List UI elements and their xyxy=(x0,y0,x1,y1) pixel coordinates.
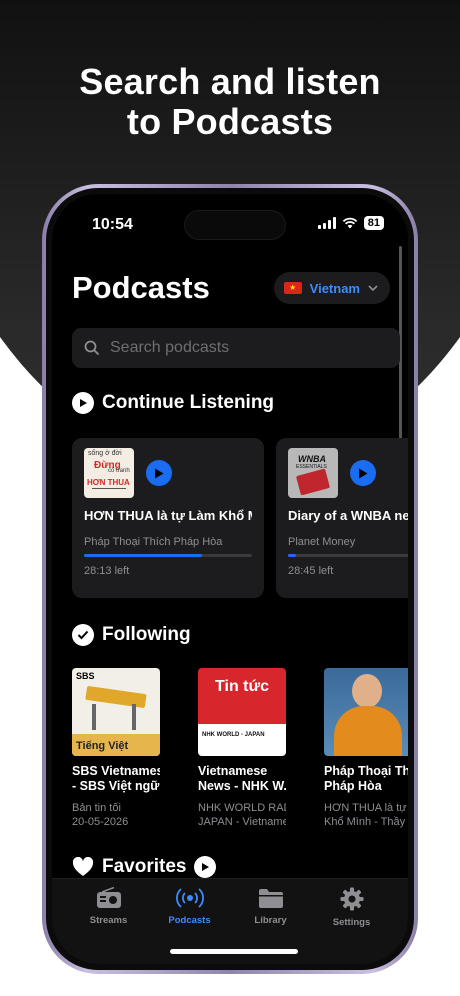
play-button[interactable] xyxy=(350,460,376,486)
podcast-title: Vietnamese News - NHK W... xyxy=(198,764,286,793)
tab-streams[interactable]: Streams xyxy=(74,887,144,964)
tab-settings[interactable]: Settings xyxy=(317,887,387,964)
podcast-item[interactable]: Tin tức NHK WORLD - JAPAN Vietnamese News… xyxy=(198,668,286,829)
chevron-down-icon xyxy=(368,284,378,291)
podcast-subtitle: HƠN THUA là tự Khổ Mình - Thầy xyxy=(324,802,407,828)
play-icon xyxy=(359,468,368,478)
checkmark-circle-icon xyxy=(72,624,94,646)
podcast-artwork: Tin tức NHK WORLD - JAPAN xyxy=(198,668,286,756)
continue-listening-heading[interactable]: Continue Listening xyxy=(72,392,274,414)
episode-artwork: WNBA ESSENTIALS xyxy=(288,448,338,498)
headline-line-2: to Podcasts xyxy=(126,101,334,142)
home-indicator[interactable] xyxy=(170,949,298,954)
podcast-title: Pháp Thoại ThíchPháp Hòa xyxy=(324,764,408,793)
podcast-subtitle: Bản tin tối 20-05-2026 xyxy=(72,802,129,828)
episode-artwork: sống ở đời Đừng cố tranh HƠN THUA xyxy=(84,448,134,498)
episode-author: Planet Money xyxy=(288,536,356,548)
episode-card[interactable]: sống ở đời Đừng cố tranh HƠN THUA HƠN TH… xyxy=(72,438,264,598)
heart-icon xyxy=(72,857,94,876)
signal-icon xyxy=(317,217,336,229)
time-left: 28:45 left xyxy=(288,565,334,577)
dynamic-island xyxy=(184,210,286,240)
search-input[interactable]: Search podcasts xyxy=(72,328,400,368)
folder-icon xyxy=(258,889,283,908)
promo-headline: Search and listen to Podcasts xyxy=(0,62,460,142)
country-selector[interactable]: ★ Vietnam xyxy=(273,272,390,304)
status-indicators: 81 xyxy=(317,216,384,230)
play-circle-icon xyxy=(72,392,94,414)
play-icon xyxy=(155,468,164,478)
wifi-icon xyxy=(342,217,357,229)
episode-progress xyxy=(84,554,252,557)
phone-frame: 10:54 81 Podcasts ★ Vietnam Search podca… xyxy=(42,184,418,974)
gear-icon xyxy=(340,887,363,911)
episode-author: Pháp Thoại Thích Pháp Hòa xyxy=(84,536,223,548)
vietnam-flag-icon: ★ xyxy=(283,282,302,294)
podcast-title: SBS Vietnamese- SBS Việt ngữ xyxy=(72,764,160,793)
podcast-icon xyxy=(175,888,204,908)
podcast-item[interactable]: Pháp Thoại ThíchPháp Hòa HƠN THUA là tựK… xyxy=(324,668,408,829)
podcast-subtitle: NHK WORLD RADIOJAPAN - Vietnames... xyxy=(198,802,286,828)
headline-line-1: Search and listen xyxy=(79,61,381,102)
continue-listening-list: sống ở đời Đừng cố tranh HƠN THUA HƠN TH… xyxy=(72,438,408,598)
page-title: Podcasts xyxy=(72,270,210,305)
radio-icon xyxy=(96,887,121,908)
episode-card[interactable]: WNBA ESSENTIALS Diary of a WNBA negotiat… xyxy=(276,438,408,598)
podcast-item[interactable]: SBS Tiếng Việt SBS Vietnamese- SBS Việt … xyxy=(72,668,160,829)
time-left: 28:13 left xyxy=(84,565,130,577)
following-list: SBS Tiếng Việt SBS Vietnamese- SBS Việt … xyxy=(72,668,408,829)
play-button[interactable] xyxy=(146,460,172,486)
following-heading[interactable]: Following xyxy=(72,624,191,646)
episode-progress xyxy=(288,554,408,557)
episode-title: HƠN THUA là tự Làm Khổ Mình - Thầy Thích… xyxy=(84,508,252,523)
podcast-artwork xyxy=(324,668,408,756)
app-screen: 10:54 81 Podcasts ★ Vietnam Search podca… xyxy=(52,194,408,964)
search-placeholder: Search podcasts xyxy=(110,339,230,356)
favorites-heading[interactable]: Favorites xyxy=(72,856,217,878)
search-icon xyxy=(84,340,100,356)
podcast-artwork: SBS Tiếng Việt xyxy=(72,668,160,756)
battery-indicator: 81 xyxy=(363,216,384,230)
country-label: Vietnam xyxy=(309,280,360,296)
status-time: 10:54 xyxy=(92,216,133,233)
episode-title: Diary of a WNBA negotiation xyxy=(288,508,408,523)
play-circle-icon xyxy=(194,856,217,878)
